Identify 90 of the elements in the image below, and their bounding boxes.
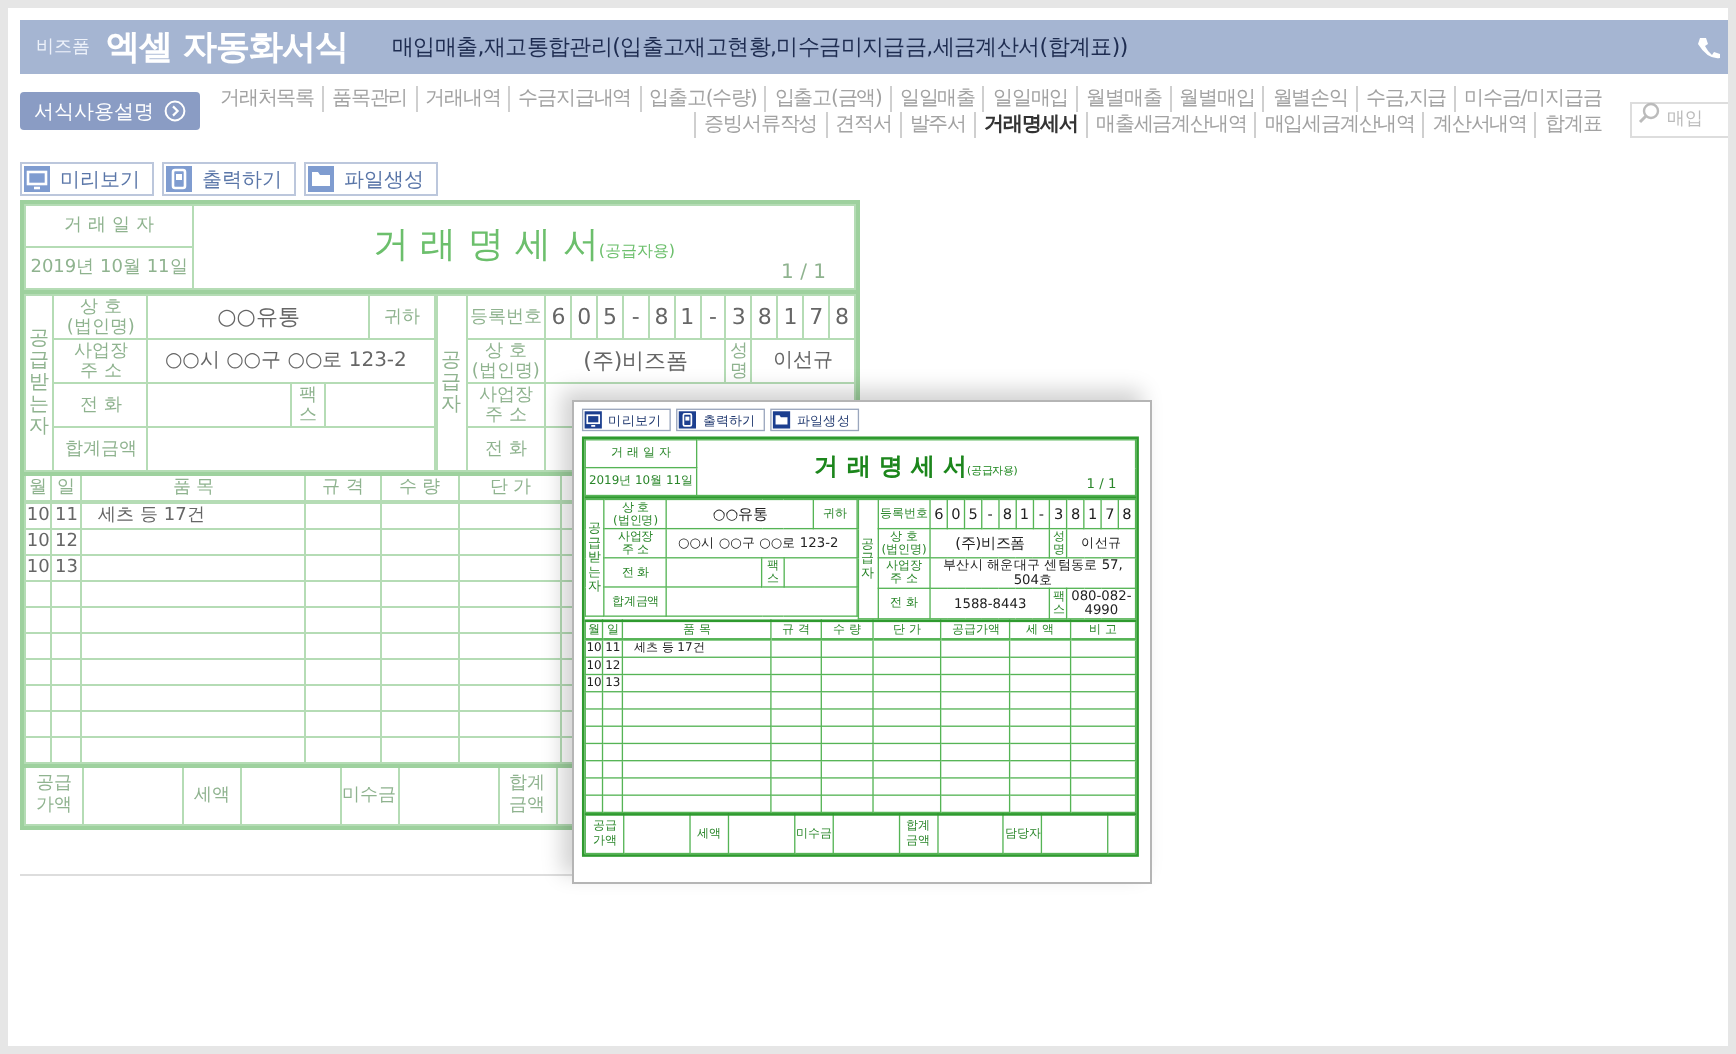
nav-link[interactable]: 일일매출 (889, 86, 983, 112)
nav-link[interactable]: 계산서내역 (1422, 112, 1535, 138)
field-value: ○○유통 (147, 295, 370, 339)
invoice-title: 거 래 명 세 서 (814, 451, 968, 480)
field-label: 전 화 (466, 427, 546, 471)
field-label: 사업장 주 소 (466, 383, 546, 427)
monitor-icon (24, 166, 50, 192)
section-label: 공급자 (441, 350, 462, 416)
nav-link[interactable]: 입출고(금액) (764, 86, 890, 112)
toolbar-button[interactable]: 미리보기 (20, 162, 154, 196)
logo: 비즈폼 (36, 36, 90, 60)
reg-digit: 0 (571, 295, 598, 339)
nav-link[interactable]: 매출세금계산내역 (1086, 112, 1255, 138)
reg-digit: 8 (648, 295, 675, 339)
column-header: 일 (51, 474, 82, 502)
table-cell: 10 (25, 555, 52, 581)
folder-icon (772, 411, 791, 429)
page-number: 1 / 1 (781, 262, 826, 284)
column-header: 규 격 (305, 474, 381, 502)
reg-digit: 1 (777, 295, 804, 339)
nav-link[interactable]: 입출고(수량) (639, 86, 765, 112)
reg-digit: - (622, 295, 649, 339)
nav-link[interactable]: 거래명세서 (974, 112, 1087, 138)
table-cell: 13 (51, 555, 82, 581)
nav-link[interactable]: 월별손익 (1262, 86, 1356, 112)
app-subtitle: 매입매출,재고통합관리(입출고재고현황,미수금미지급금,세금계산서(합계표)) (391, 32, 1128, 62)
table-cell: 세츠 등 17건 (81, 502, 306, 529)
guide-button[interactable]: 서식사용설명 (20, 92, 200, 130)
column-header: 품 목 (81, 474, 306, 502)
field-label: 팩 스 (291, 383, 325, 427)
table-cell: 12 (51, 529, 82, 555)
nav-link[interactable]: 합계표 (1534, 112, 1610, 138)
table-cell: 10 (25, 529, 52, 555)
reg-digit: 1 (674, 295, 701, 339)
search-field[interactable]: 매입 (1629, 102, 1728, 138)
reg-digit: 8 (829, 295, 855, 339)
field-label: 합계금액 (53, 427, 148, 471)
reg-digit: 6 (545, 295, 572, 339)
document-icon (166, 166, 192, 192)
nav-link[interactable]: 월별매입 (1169, 86, 1263, 112)
nav-link[interactable]: 증빙서류작성 (694, 112, 826, 138)
title-note: (공급자용) (598, 241, 676, 259)
field-label: 전 화 (53, 383, 148, 427)
footer-label: 공급 가액 (25, 766, 84, 825)
column-header: 단 가 (459, 474, 562, 502)
field-label: 사업장 주 소 (53, 339, 148, 383)
document-icon (678, 411, 696, 429)
toolbar-button[interactable]: 파일생성 (304, 162, 438, 196)
reg-digit: 3 (725, 295, 752, 339)
field-label: 상 호 (법인명) (53, 295, 148, 339)
nav-link[interactable]: 월별매출 (1076, 86, 1170, 112)
field-value: (주)비즈폼 (545, 339, 726, 383)
footer-label: 합계 금액 (498, 766, 557, 825)
search-icon (1637, 102, 1660, 124)
table-cell: 11 (51, 502, 82, 529)
field-label: 상 호 (법인명) (466, 339, 546, 383)
field-label: 거 래 일 자 (25, 205, 193, 247)
table-cell: 10 (25, 502, 52, 529)
column-header: 수 량 (380, 474, 460, 502)
nav-link[interactable]: 미수금/미지급금 (1454, 86, 1610, 112)
nav-link[interactable]: 수금,지급 (1355, 86, 1455, 112)
reg-digit: 7 (803, 295, 830, 339)
section-label: 공급받는자 (29, 328, 50, 438)
nav-link[interactable]: 발주서 (899, 112, 975, 138)
column-header: 월 (25, 474, 52, 502)
field-label: 성 명 (725, 339, 752, 383)
nav-link[interactable]: 견적서 (825, 112, 900, 138)
arrow-circle-icon (164, 100, 186, 122)
nav-link[interactable]: 매입세금계산내역 (1254, 112, 1423, 138)
footer-label: 세액 (182, 766, 241, 825)
field-label: 등록번호 (466, 295, 546, 339)
footer-label: 미수금 (340, 766, 399, 825)
monitor-icon (584, 411, 602, 429)
nav-link[interactable]: 일일매입 (982, 86, 1077, 112)
field-value: 이선규 (751, 339, 855, 383)
nav-link[interactable]: 품목관리 (322, 86, 416, 112)
date-value: 2019년 10월 11일 (25, 247, 193, 289)
nav-link[interactable]: 거래처목록 (212, 86, 323, 112)
reg-digit: 5 (597, 295, 623, 339)
folder-icon (308, 166, 334, 192)
app-title: 엑셀 자동화서식 (106, 26, 348, 70)
nav-link[interactable]: 수금지급내역 (508, 86, 640, 112)
reg-digit: - (700, 295, 726, 339)
toolbar-button[interactable]: 출력하기 (162, 162, 296, 196)
nav-link[interactable]: 거래내역 (415, 86, 509, 112)
field-value: ○○시 ○○구 ○○로 123-2 (147, 339, 435, 383)
field-label: 귀하 (369, 295, 435, 339)
invoice-title: 거 래 명 세 서 (372, 223, 599, 265)
phone-icon (1696, 35, 1720, 59)
reg-digit: 8 (751, 295, 778, 339)
